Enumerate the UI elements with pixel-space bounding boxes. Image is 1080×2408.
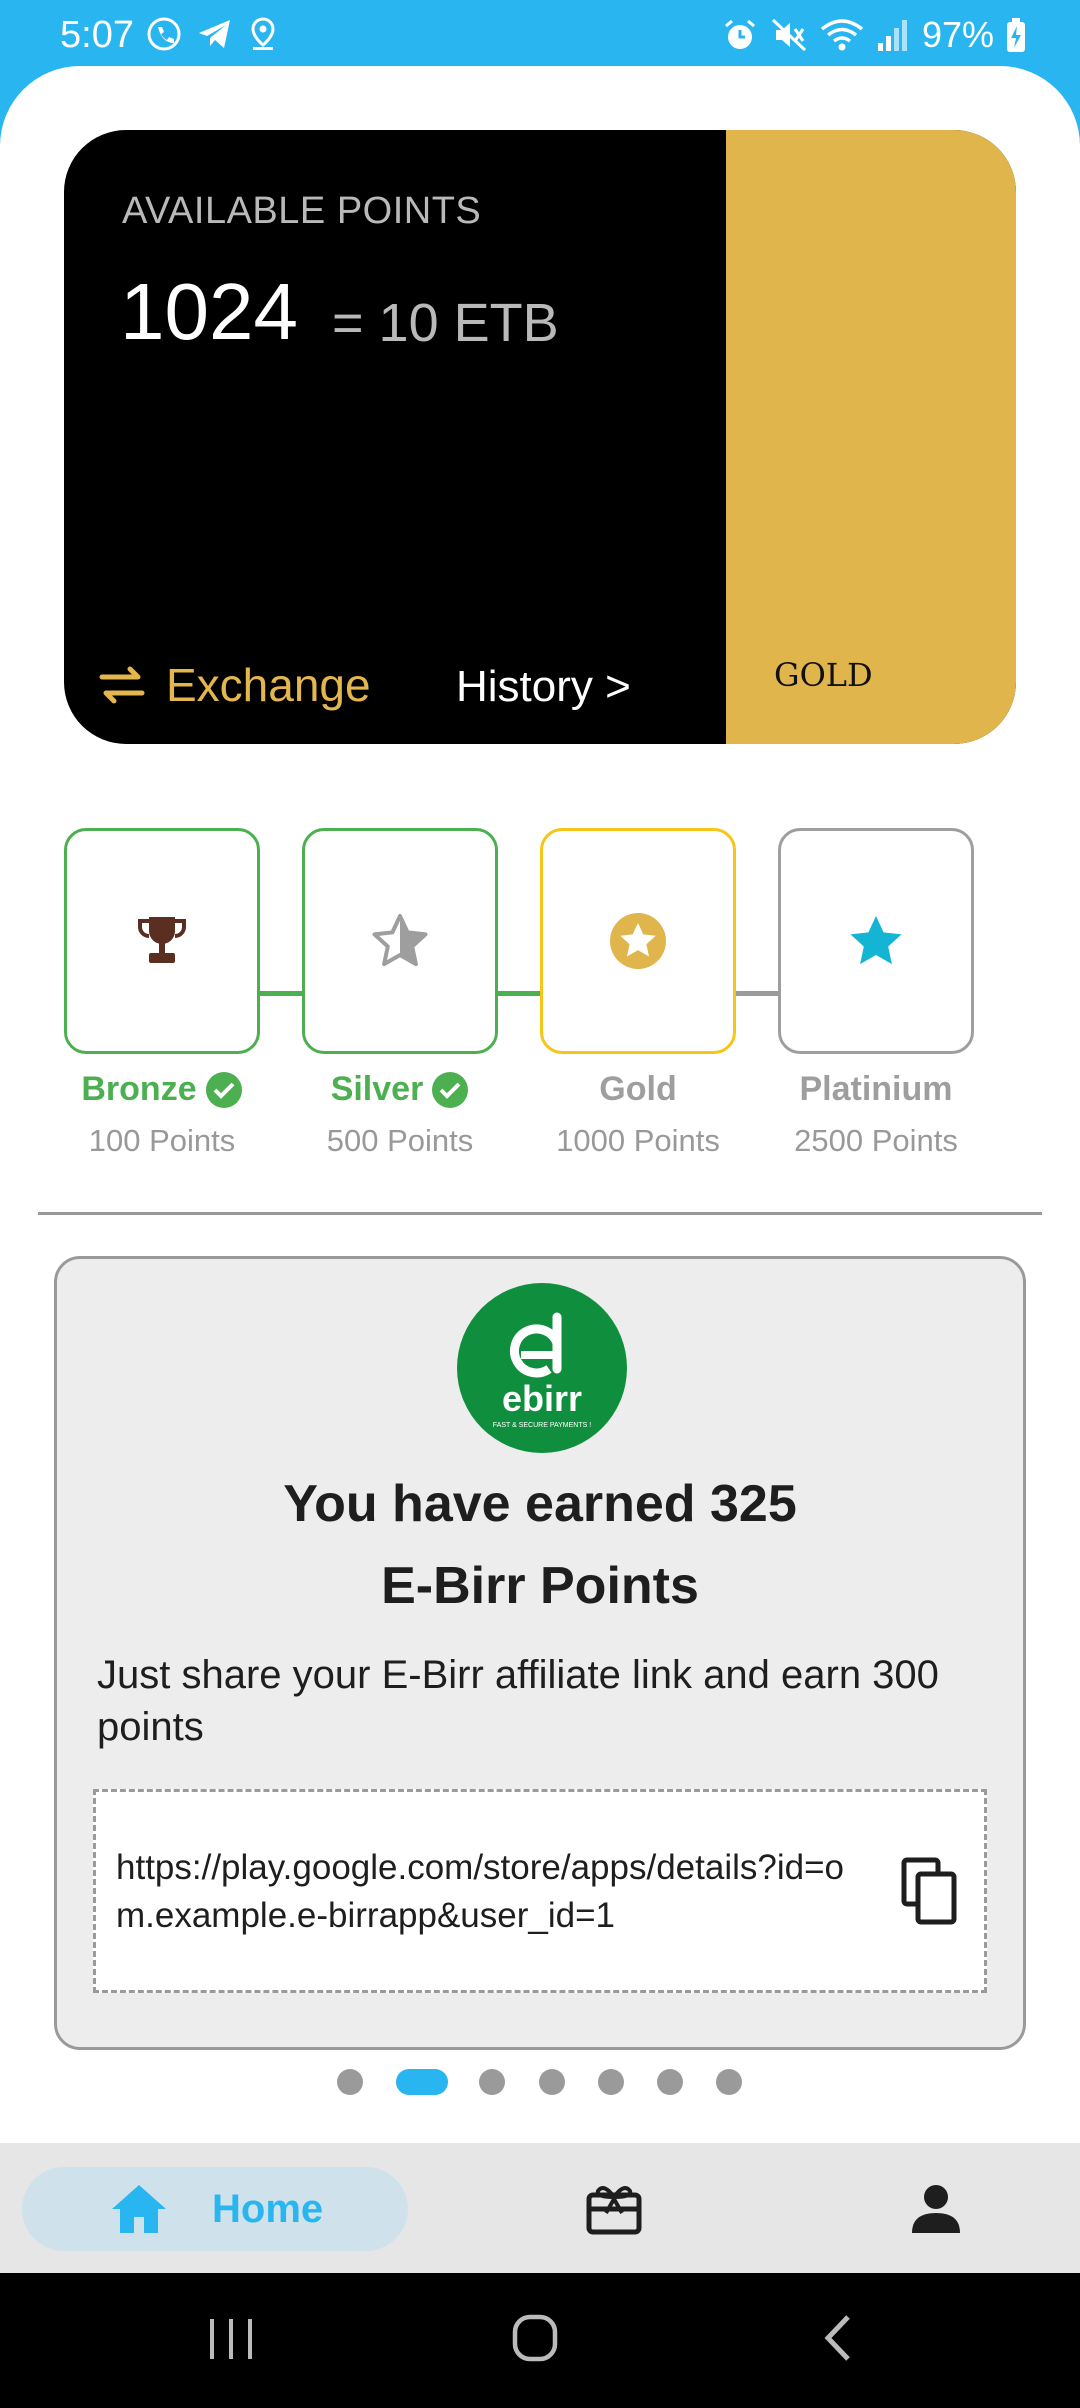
copy-icon[interactable] — [900, 1856, 960, 1926]
carousel-dot[interactable] — [598, 2069, 624, 2095]
status-bar: 5:07 97% — [0, 0, 1080, 70]
tier-name: Platinium — [799, 1070, 953, 1108]
carousel-dot[interactable] — [337, 2069, 363, 2095]
nav-home[interactable]: Home — [22, 2167, 408, 2251]
carousel-dot[interactable] — [479, 2069, 505, 2095]
affiliate-link-box[interactable]: https://play.google.com/store/apps/detai… — [93, 1789, 987, 1993]
tier-gold[interactable]: Gold 1000 Points — [540, 828, 736, 1159]
check-circle-icon — [432, 1071, 469, 1108]
home-button-icon[interactable] — [510, 2311, 560, 2365]
available-points-caption: AVAILABLE POINTS — [122, 190, 482, 232]
affiliate-link[interactable]: https://play.google.com/store/apps/detai… — [116, 1844, 876, 1940]
star-icon — [850, 916, 902, 965]
affiliate-card: ebirr FAST & SECURE PAYMENTS ! You have … — [54, 1256, 1026, 2050]
tier-badge-panel — [726, 130, 1016, 744]
star-outline-icon — [372, 914, 428, 967]
check-circle-icon — [205, 1071, 242, 1108]
available-points-value: 1024 — [120, 267, 298, 356]
exchange-label: Exchange — [166, 659, 371, 711]
status-time: 5:07 — [60, 14, 134, 56]
tier-name: Silver — [330, 1070, 424, 1108]
tier-connector — [734, 991, 780, 996]
location-icon — [251, 17, 275, 50]
ebirr-logo: ebirr FAST & SECURE PAYMENTS ! — [457, 1283, 627, 1453]
tier-points: 100 Points — [88, 1123, 236, 1158]
section-divider — [38, 1212, 1042, 1215]
profile-icon[interactable] — [910, 2183, 962, 2235]
tier-points: 1000 Points — [556, 1123, 720, 1158]
carousel-dot[interactable] — [539, 2069, 565, 2095]
logo-wordmark: ebirr — [502, 1378, 582, 1419]
tier-connector — [258, 991, 304, 996]
back-icon[interactable] — [818, 2311, 858, 2365]
wifi-icon — [820, 19, 864, 51]
current-tier-label: GOLD — [774, 656, 873, 694]
star-badge-icon — [610, 913, 666, 969]
bottom-navigation: Home — [0, 2143, 1080, 2273]
points-equivalent: = 10 ETB — [332, 293, 559, 353]
recent-apps-icon[interactable] — [206, 2311, 256, 2365]
battery-percent: 97% — [921, 14, 994, 55]
swap-icon — [99, 666, 145, 704]
telegram-icon — [199, 20, 230, 48]
history-link[interactable]: History > — [456, 662, 631, 712]
tier-points: 2500 Points — [794, 1123, 958, 1158]
nav-home-label: Home — [212, 2186, 324, 2231]
home-icon — [112, 2185, 166, 2233]
tier-name: Bronze — [81, 1070, 197, 1108]
carousel-dot-active[interactable] — [396, 2069, 448, 2095]
tier-points: 500 Points — [326, 1123, 474, 1158]
tier-bronze[interactable]: Bronze 100 Points — [64, 828, 260, 1159]
trophy-icon — [138, 917, 186, 963]
call-icon — [147, 17, 181, 51]
exchange-button[interactable]: Exchange — [96, 658, 371, 712]
carousel-indicator — [0, 2069, 1080, 2095]
carousel-dot[interactable] — [657, 2069, 683, 2095]
affiliate-description: Just share your E-Birr affiliate link an… — [97, 1653, 939, 1749]
screen: 5:07 97% AVAILABLE POINTS 1024 = 10 ETB … — [0, 0, 1080, 2408]
tier-silver[interactable]: Silver 500 Points — [302, 828, 498, 1159]
points-card: AVAILABLE POINTS 1024 = 10 ETB Exchange … — [64, 130, 1016, 744]
gift-card-icon[interactable] — [586, 2183, 642, 2235]
tier-connector — [496, 991, 542, 996]
tier-platinium[interactable]: Platinium 2500 Points — [778, 828, 974, 1159]
system-navigation-bar — [0, 2273, 1080, 2408]
logo-tagline: FAST & SECURE PAYMENTS ! — [493, 1422, 591, 1429]
battery-charging-icon — [1007, 18, 1025, 52]
tier-name: Gold — [599, 1070, 677, 1108]
alarm-icon — [724, 19, 755, 49]
signal-icon — [877, 20, 907, 51]
tier-progress: Bronze 100 Points Silver 500 Points Gold… — [0, 828, 1080, 1168]
ebirr-logo-mark: ebirr FAST & SECURE PAYMENTS ! — [493, 1312, 591, 1429]
earned-points-title: You have earned 325 E-Birr Points — [283, 1475, 797, 1615]
mute-icon — [771, 18, 806, 52]
carousel-dot[interactable] — [716, 2069, 742, 2095]
